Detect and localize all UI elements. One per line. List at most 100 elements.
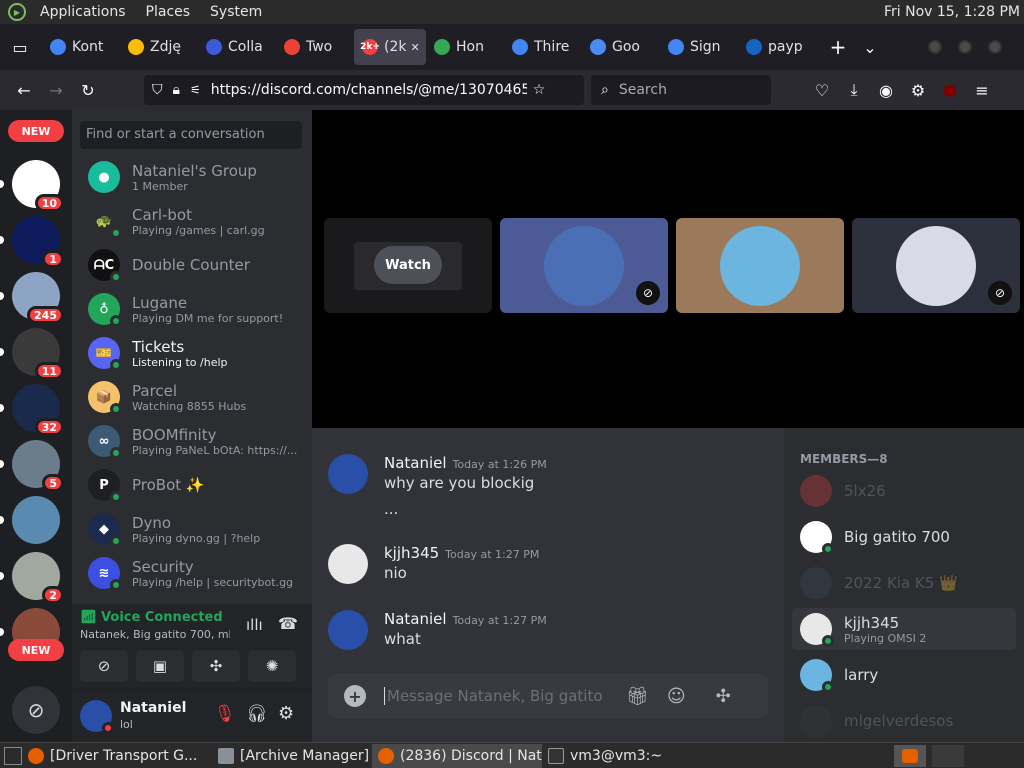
dm-item[interactable]: ◆ Dyno Playing dyno.gg | ?help [80,507,304,551]
message-author[interactable]: Nataniel [384,610,447,628]
tab-1[interactable]: Zdję [120,29,198,65]
dm-item[interactable]: 🐢 Carl-bot Playing /games | carl.gg [80,199,304,243]
server-icon-4[interactable]: 11 [12,328,64,380]
member-item[interactable]: Big gatito 700 [792,516,1016,558]
dm-item[interactable]: ᗩC Double Counter [80,243,304,287]
voice-channel[interactable]: Natanek, Big gatito 700, ml... [80,628,230,641]
workspace-switcher[interactable] [894,745,926,767]
avatar[interactable] [80,700,114,734]
tab-2[interactable]: Colla [198,29,276,65]
find-conversation-input[interactable]: Find or start a conversation [80,121,302,149]
new-unreads-pill[interactable]: NEW [8,120,64,142]
server-icon-2[interactable]: 1 [12,216,64,268]
disconnect-icon[interactable]: ☎ [278,614,298,633]
member-item[interactable]: kjjh345 Playing OMSI 2 [792,608,1016,650]
gift-icon[interactable]: 🎁︎ [626,686,649,707]
bookmark-star-icon[interactable]: ☆ [533,82,546,98]
task-archive-manager[interactable]: [Archive Manager] [212,744,372,768]
server-icon-7[interactable] [12,496,60,544]
pocket-icon[interactable]: ♡ [806,74,838,106]
share-screen-button[interactable]: ▣ [136,650,184,682]
participant-tile-2[interactable] [676,218,844,313]
close-tab-icon[interactable]: ✕ [410,41,419,54]
soundboard-button[interactable]: ✺ [248,650,296,682]
back-icon[interactable]: ← [8,74,40,106]
server-icon-1[interactable]: 10 [12,160,64,212]
server-icon-3[interactable]: 245 [12,272,64,324]
tab-7[interactable]: Goo [582,29,660,65]
tab-list-chevron-icon[interactable]: ⌄ [854,31,886,63]
reload-icon[interactable]: ↻ [72,74,104,106]
tab-3[interactable]: Two [276,29,354,65]
noise-suppression-icon[interactable]: ıllı [246,616,263,634]
server-icon-6[interactable]: 5 [12,440,64,492]
workspace-2[interactable] [932,745,964,767]
message-composer[interactable]: + Message Natanek, Big gatito 70... 🎁︎ ☺… [328,674,768,718]
explore-servers-compass-icon[interactable]: ⊘ [12,686,60,734]
mic-muted-icon[interactable]: 🎙︎ [214,704,236,724]
downloads-icon[interactable]: ⤓ [838,74,870,106]
user-name[interactable]: Nataniel [120,700,186,716]
avatar[interactable] [328,454,368,494]
message-author[interactable]: Nataniel [384,454,447,472]
maximize-button[interactable] [958,40,972,54]
forward-icon[interactable]: → [40,74,72,106]
url-bar[interactable]: ⛉ 🔒︎ ⚟ https://discord.com/channels/@me/… [144,75,584,105]
tab-4[interactable]: 2k+ (2k ✕ [354,29,426,65]
headphones-icon[interactable]: 🎧︎ [246,704,268,724]
watch-stream-button[interactable]: Watch [374,246,442,284]
dm-item[interactable]: P ProBot ✨ [80,463,304,507]
tab-8[interactable]: Sign [660,29,738,65]
dm-item[interactable]: 📦 Parcel Watching 8855 Hubs [80,375,304,419]
message-input[interactable]: Message Natanek, Big gatito 70... [384,687,604,705]
voice-status[interactable]: 📶︎ Voice Connected [80,610,223,625]
member-item[interactable]: 5lx26 [792,470,1016,512]
extensions-icon[interactable]: ⚙ [902,74,934,106]
menu-applications[interactable]: Applications [34,4,132,20]
avatar[interactable] [328,544,368,584]
settings-gear-icon[interactable]: ⚙ [278,703,294,724]
member-item[interactable]: mlgelverdesos [792,700,1016,742]
minimize-button[interactable] [928,40,942,54]
dm-item[interactable]: 🎫 Tickets Listening to /help [80,331,304,375]
ublock-icon[interactable]: ⬢ [934,74,966,106]
new-tab-icon[interactable]: + [822,31,854,63]
dm-item[interactable]: ≋ Security Playing /help | securitybot.gg [80,551,304,595]
avatar[interactable] [328,610,368,650]
menu-hamburger-icon[interactable]: ≡ [966,74,998,106]
shield-icon[interactable]: ⛉ [152,82,163,98]
apps-icon[interactable]: ✣ [716,686,731,707]
activities-button[interactable]: ✣ [192,650,240,682]
message-author[interactable]: kjjh345 [384,544,439,562]
participant-tile-1[interactable]: ⊘ [500,218,668,313]
server-icon-5[interactable]: 32 [12,384,64,436]
url-text[interactable]: https://discord.com/channels/@me/1307046… [211,82,527,98]
task-terminal[interactable]: vm3@vm3:~ [542,744,692,768]
attach-plus-icon[interactable]: + [344,685,366,707]
task-driver-transport[interactable]: [Driver Transport G... [22,744,212,768]
menu-places[interactable]: Places [140,4,197,20]
dm-item[interactable]: ♁ Lugane Playing DM me for support! [80,287,304,331]
member-item[interactable]: 2022 Kia K5 👑 [792,562,1016,604]
permissions-icon[interactable]: ⚟ [190,83,201,97]
member-item[interactable]: larry [792,654,1016,696]
tab-0[interactable]: Kont [42,29,120,65]
account-icon[interactable]: ◉ [870,74,902,106]
task-discord[interactable]: (2836) Discord | Nat... [372,743,542,768]
close-window-button[interactable] [988,40,1002,54]
dm-item[interactable]: ∞ BOOMfinity Playing PaNeL bOtA: https://.… [80,419,304,463]
lock-icon[interactable]: 🔒︎ [173,82,180,98]
tab-5[interactable]: Hon [426,29,504,65]
server-icon-8[interactable]: 2 [12,552,64,604]
distro-logo-icon[interactable]: ▶ [8,3,26,21]
search-input[interactable]: ⌕ Search [591,75,771,105]
clock[interactable]: Fri Nov 15, 1:28 PM [884,4,1020,20]
tab-6[interactable]: Thire [504,29,582,65]
stream-tile-watch[interactable]: Watch [324,218,492,313]
camera-off-button[interactable]: ⊘ [80,650,128,682]
participant-tile-3[interactable]: ⊘ [852,218,1020,313]
tab-overview-icon[interactable]: ▭ [4,31,36,63]
tab-9[interactable]: payp [738,29,816,65]
menu-system[interactable]: System [204,4,268,20]
emoji-icon[interactable]: ☺ [667,686,686,707]
